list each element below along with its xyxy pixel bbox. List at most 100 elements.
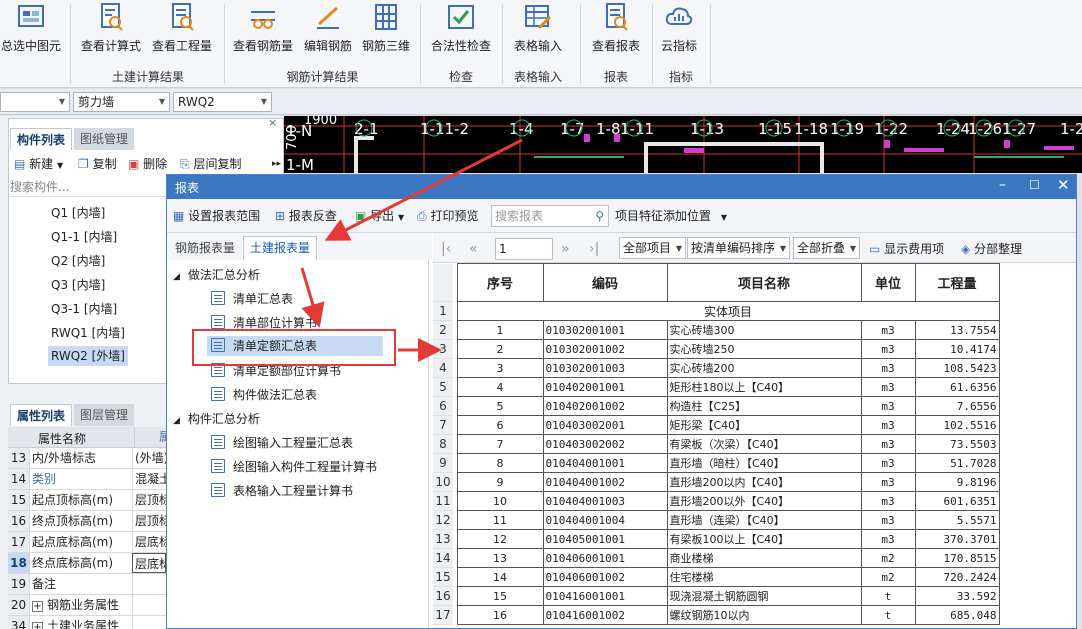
- property-row-selected[interactable]: 18终点底标高(m)层底标: [8, 553, 166, 574]
- nav-item-drawing-component[interactable]: 绘图输入构件工程量计算书: [211, 457, 377, 477]
- property-row[interactable]: 15起点顶标高(m)层顶标: [8, 490, 166, 511]
- row-number: 7: [433, 415, 453, 435]
- table-row[interactable]: 16 15 010416001001 现浇混凝土钢筋圆钢 t 33.592: [433, 586, 1000, 606]
- property-value-header: 属: [134, 427, 166, 447]
- dialog-titlebar[interactable]: 报表 – ☐ ✕: [167, 175, 1076, 199]
- property-row[interactable]: 14类别混凝土: [8, 469, 166, 490]
- tab-properties[interactable]: 属性列表: [10, 404, 73, 426]
- tab-drawing-management[interactable]: 图纸管理: [74, 128, 135, 150]
- set-range-button[interactable]: ▦ 设置报表范围: [173, 207, 260, 225]
- validity-check-button[interactable]: 合法性检查: [426, 0, 496, 62]
- property-row[interactable]: 17起点底标高(m)层底标: [8, 532, 166, 553]
- page-input[interactable]: 1: [495, 238, 553, 260]
- table-row[interactable]: 3 2 010302001002 实心砖墙250 m3 10.4174: [433, 339, 1000, 359]
- tab-layer-management[interactable]: 图层管理: [74, 404, 135, 426]
- property-row[interactable]: 34 + 土建业务属性: [8, 616, 166, 629]
- property-row[interactable]: 16终点顶标高(m)层顶标: [8, 511, 166, 532]
- property-row[interactable]: 13 内/外墙标志 (外墙): [8, 448, 166, 469]
- table-row[interactable]: 13 12 010405001001 有梁板100以上【C40】 m3 370.3701: [433, 529, 1000, 549]
- minimize-icon[interactable]: –: [999, 177, 1006, 193]
- select-all-button[interactable]: 总选中图元: [0, 0, 62, 62]
- table-row[interactable]: 7 6 010403002001 矩形梁【C40】 m3 102.5516: [433, 415, 1000, 435]
- tree-item-rwq2[interactable]: RWQ2 [外墙]: [48, 346, 128, 366]
- expand-icon[interactable]: +: [32, 601, 43, 612]
- table-row[interactable]: 17 16 010416001002 螺纹钢筋10以内 t 685.048: [433, 605, 1000, 625]
- view-quantity-button[interactable]: 查看工程量: [149, 0, 215, 62]
- feature-position-select[interactable]: 项目特征添加位置 ▼: [615, 207, 727, 225]
- table-row[interactable]: 11 10 010404001003 直形墙200以外【C40】 m3 601.6351: [433, 491, 1000, 511]
- table-input-button[interactable]: 表格输入: [508, 0, 568, 62]
- close-icon[interactable]: ×: [268, 116, 277, 129]
- table-row[interactable]: 10 9 010404001002 直形墙200以内【C40】 m3 9.8196: [433, 472, 1000, 492]
- reverse-lookup-button[interactable]: ⊞ 报表反查: [275, 207, 337, 225]
- tree-item-q3-1[interactable]: Q3-1 [内墙]: [51, 299, 117, 319]
- component-toolbar: ▤ 新建 ▼ ❐ 复制 ▣ 删除 ⎘ 层间复制 ▸▸: [10, 154, 284, 176]
- show-fee-button[interactable]: ▭ 显示费用项: [869, 239, 944, 259]
- sort-select[interactable]: 按清单编码排序 ▼: [687, 237, 791, 259]
- table-row[interactable]: 15 14 010406001002 住宅楼梯 m2 720.2424: [433, 567, 1000, 587]
- fold-select[interactable]: 全部折叠 ▼: [793, 237, 861, 259]
- table-row[interactable]: 8 7 010403002002 有梁板（次梁）【C40】 m3 73.5503: [433, 434, 1000, 454]
- table-row[interactable]: 6 5 010402001002 构造柱【C25】 m3 7.6556: [433, 396, 1000, 416]
- property-row[interactable]: 19 备注: [8, 574, 166, 595]
- table-row[interactable]: 5 4 010402001001 矩形柱180以上【C40】 m3 61.6356: [433, 377, 1000, 397]
- nav-item-table-quantity[interactable]: 表格输入工程量计算书: [211, 481, 353, 501]
- view-report-button[interactable]: 查看报表: [586, 0, 646, 62]
- more-icon[interactable]: ▸▸: [272, 154, 281, 174]
- copy-button[interactable]: ❐ 复制: [78, 154, 117, 174]
- cell-name: 直形墙（暗柱）【C40】: [666, 453, 862, 473]
- edit-rebar-button[interactable]: 编辑钢筋: [300, 0, 356, 62]
- expand-icon[interactable]: +: [32, 622, 43, 629]
- rebar-3d-button[interactable]: 钢筋三维: [358, 0, 414, 62]
- view-rebar-button[interactable]: 查看钢筋量: [230, 0, 296, 62]
- next-page-icon[interactable]: »: [561, 239, 570, 259]
- close-icon[interactable]: ✕: [1057, 176, 1070, 194]
- maximize-icon[interactable]: ☐: [1029, 178, 1040, 192]
- nav-group-component-summary[interactable]: ◢ 构件汇总分析: [173, 409, 260, 429]
- report-search-input[interactable]: 搜索报表 ⚲: [491, 205, 609, 227]
- nav-item-component-method[interactable]: 构件做法汇总表: [211, 385, 317, 405]
- view-rebar-icon: [251, 11, 275, 29]
- last-page-icon[interactable]: ›|: [589, 239, 599, 259]
- table-row[interactable]: 12 11 010404001004 直形墙（连梁）【C40】 m3 5.5571: [433, 510, 1000, 530]
- view-formula-button[interactable]: 查看计算式: [78, 0, 144, 62]
- table-row[interactable]: 9 8 010404001001 直形墙（暗柱）【C40】 m3 51.7028: [433, 453, 1000, 473]
- nav-group-method-summary[interactable]: ◢ 做法汇总分析: [173, 265, 260, 285]
- table-row[interactable]: 14 13 010406001001 商业楼梯 m2 170.8515: [433, 548, 1000, 568]
- cell-quantity: 33.592: [914, 586, 1000, 606]
- table-row[interactable]: 1 实体项目: [433, 301, 1000, 321]
- new-button[interactable]: ▤ 新建 ▼: [14, 154, 63, 174]
- export-button[interactable]: ▣ 导出 ▼: [355, 207, 404, 225]
- cloud-index-button[interactable]: 云指标: [656, 0, 702, 62]
- collapse-icon[interactable]: ◢: [173, 416, 180, 426]
- cad-canvas[interactable]: 1-N 1900 2-1 1-11-2 1-4 1-7 1-8 1-11 1-1…: [284, 116, 1082, 173]
- delete-button[interactable]: ▣ 删除: [128, 154, 167, 174]
- tree-item-rwq1[interactable]: RWQ1 [内墙]: [51, 323, 125, 343]
- all-items-select[interactable]: 全部项目 ▼: [619, 237, 687, 259]
- tree-item-q1-1[interactable]: Q1-1 [内墙]: [51, 227, 117, 247]
- nav-item-drawing-quantity[interactable]: 绘图输入工程量汇总表: [211, 433, 353, 453]
- floor-copy-button[interactable]: ⎘ 层间复制: [180, 154, 241, 174]
- tree-item-q1[interactable]: Q1 [内墙]: [51, 203, 105, 223]
- property-row[interactable]: 20 + 钢筋业务属性: [8, 595, 166, 616]
- arrange-button[interactable]: ◈ 分部整理: [961, 239, 1022, 259]
- tree-item-q3[interactable]: Q3 [内墙]: [51, 275, 105, 295]
- table-row[interactable]: 4 3 010302001003 实心砖墙200 m3 108.5423: [433, 358, 1000, 378]
- collapse-icon[interactable]: ◢: [173, 272, 180, 282]
- tree-item-q2[interactable]: Q2 [内墙]: [51, 251, 105, 271]
- cell-name: 构造柱【C25】: [666, 396, 862, 416]
- floor-select[interactable]: ▼: [0, 92, 70, 112]
- print-preview-button[interactable]: ⎙ 打印预览: [417, 207, 478, 225]
- component-type-select[interactable]: 剪力墙 ▼: [73, 92, 170, 112]
- tab-rebar-report[interactable]: 钢筋报表量: [171, 237, 239, 259]
- row-number: 16: [433, 586, 453, 606]
- prev-page-icon[interactable]: «: [469, 239, 478, 259]
- first-page-icon[interactable]: |‹: [441, 239, 451, 259]
- nav-item-bill-summary[interactable]: 清单汇总表: [211, 289, 293, 309]
- cell-unit: m2: [860, 567, 916, 587]
- table-row[interactable]: 2 1 010302001001 实心砖墙300 m3 13.7554: [433, 320, 1000, 340]
- tab-component-list[interactable]: 构件列表: [10, 128, 73, 150]
- component-select[interactable]: RWQ2 ▼: [173, 92, 272, 112]
- tab-civil-report[interactable]: 土建报表量: [243, 236, 318, 260]
- search-icon[interactable]: ⚲: [595, 206, 604, 226]
